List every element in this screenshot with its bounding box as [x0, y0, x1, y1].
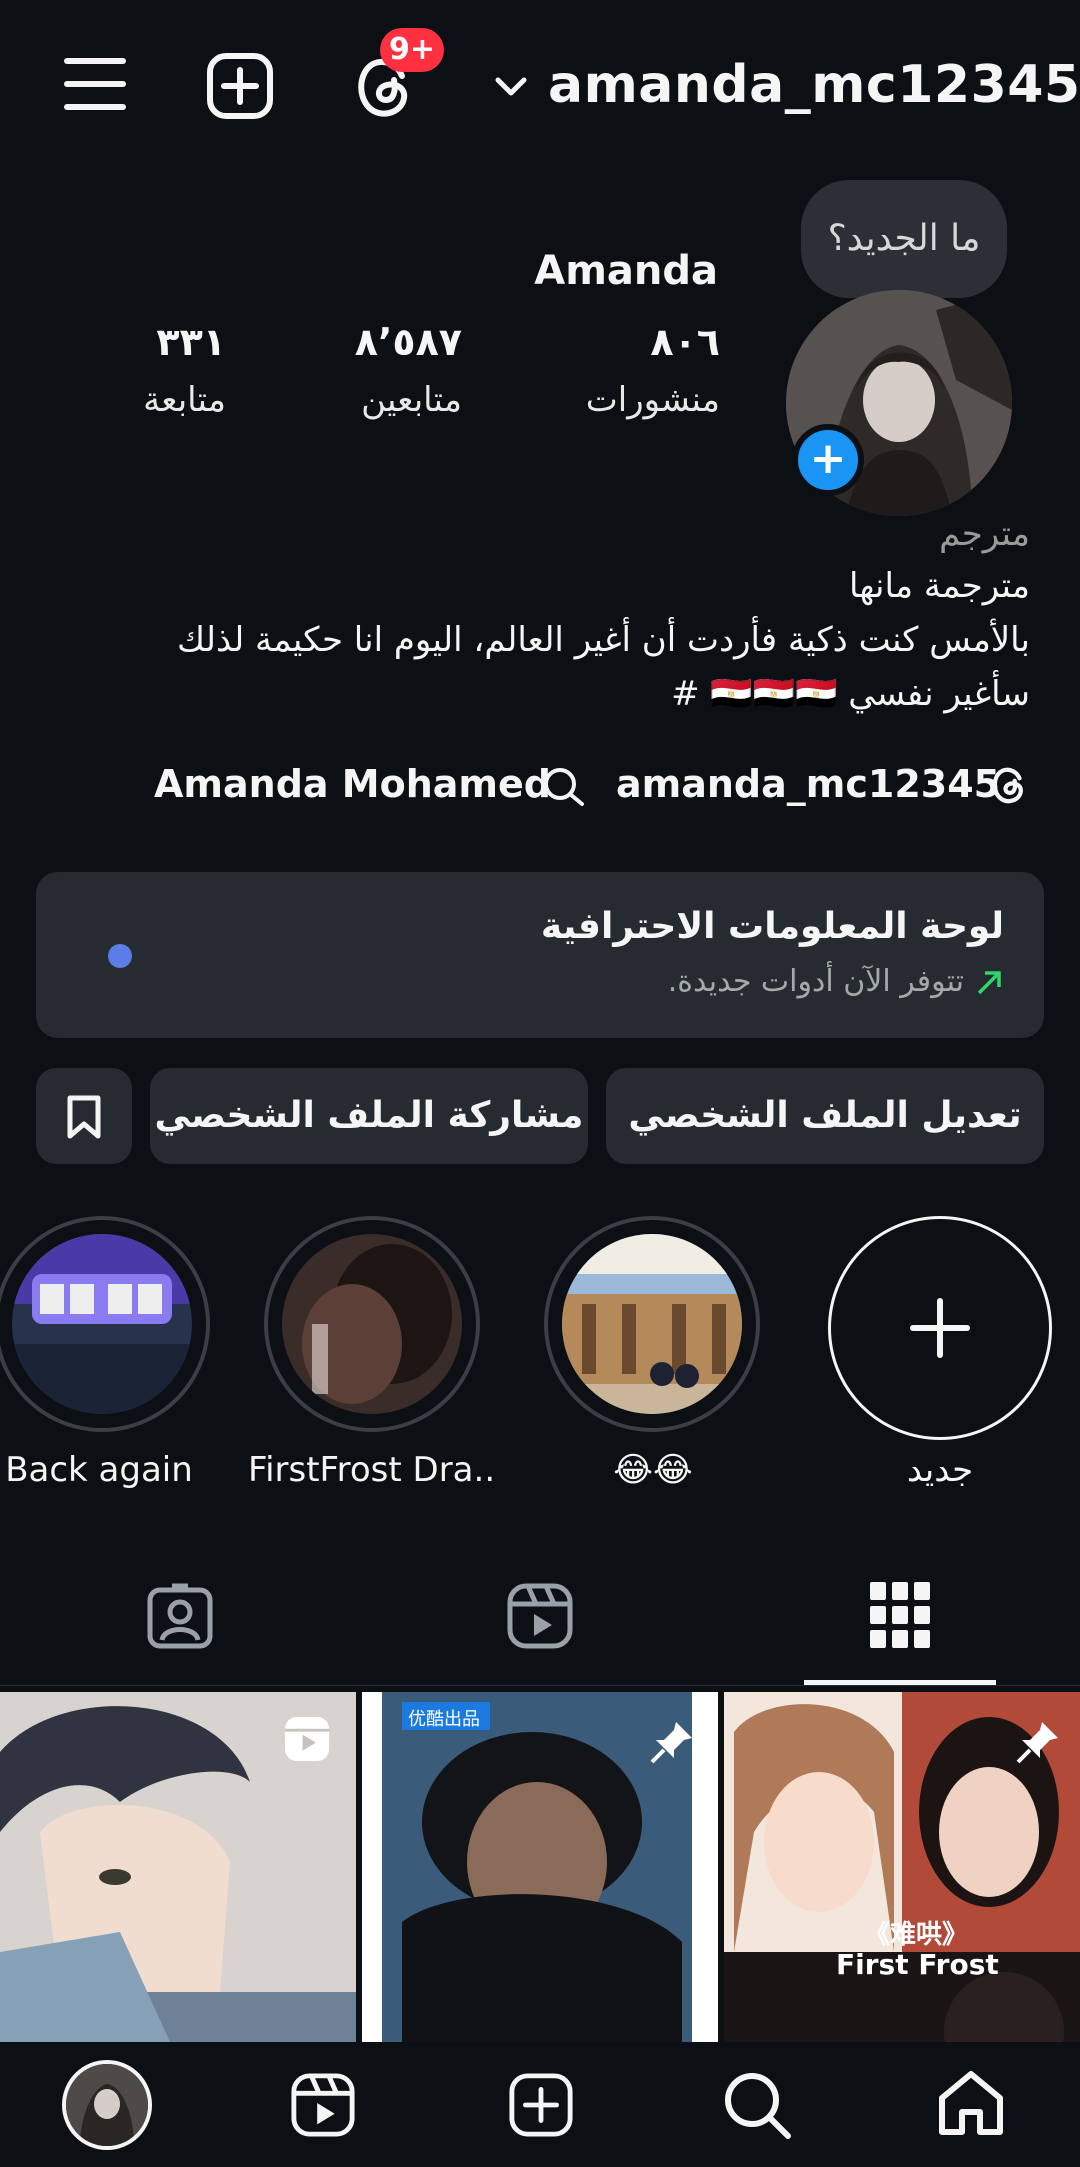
display-name: Amanda	[534, 248, 718, 294]
tagged-tab-icon[interactable]	[146, 1582, 214, 1650]
notifications-badge: 9+	[380, 28, 444, 72]
followers-count[interactable]: ٨٬٥٨٧	[355, 320, 462, 364]
pin-icon	[648, 1718, 696, 1766]
highlight-laughing[interactable]	[544, 1216, 760, 1432]
highlight-back-again[interactable]	[0, 1216, 210, 1432]
unread-dot	[108, 944, 132, 968]
bookmark-icon	[67, 1095, 101, 1139]
highlight-cover	[562, 1234, 742, 1414]
post-caption-cn: 《难哄》	[864, 1920, 969, 1950]
highlight-label: Back again	[5, 1450, 193, 1490]
grid-post[interactable]	[0, 1692, 356, 2042]
following-label[interactable]: متابعة	[143, 380, 226, 420]
home-icon[interactable]	[936, 2068, 1006, 2138]
pin-icon	[1014, 1718, 1062, 1766]
professional-dashboard-card[interactable]: لوحة المعلومات الاحترافية تتوفر الآن أدو…	[36, 872, 1044, 1038]
add-story-plus-icon[interactable]: +	[792, 424, 864, 496]
divider	[0, 1685, 1080, 1686]
threads-profile-link[interactable]: amanda_mc12345	[616, 762, 1000, 806]
post-caption: First Frost	[836, 1948, 999, 1981]
menu-icon[interactable]	[64, 56, 126, 112]
profile-nav-avatar[interactable]	[62, 2060, 152, 2150]
reels-icon[interactable]	[290, 2072, 356, 2138]
grid-tab-icon[interactable]	[870, 1582, 930, 1648]
highlight-cover	[12, 1234, 192, 1414]
highlight-label: 😂😂	[613, 1450, 693, 1490]
reels-icon	[282, 1714, 332, 1764]
grid-post[interactable]: 优酷出品	[362, 1692, 718, 2042]
bio-category: مترجم	[939, 514, 1030, 554]
highlight-label: FirstFrost Dra...	[248, 1450, 498, 1490]
following-count[interactable]: ٣٣١	[156, 320, 226, 364]
bio-line: مترجمة مانها	[848, 566, 1030, 606]
saved-button[interactable]	[36, 1068, 132, 1164]
followers-label[interactable]: متابعين	[361, 380, 462, 420]
arrow-up-right-icon	[974, 968, 1004, 998]
create-icon[interactable]	[206, 52, 274, 120]
reels-tab-icon[interactable]	[506, 1582, 574, 1650]
highlight-firstfrost[interactable]	[264, 1216, 480, 1432]
pro-dashboard-title: لوحة المعلومات الاحترافية	[540, 906, 1004, 947]
create-icon[interactable]	[508, 2072, 574, 2138]
pro-dashboard-subtitle: تتوفر الآن أدوات جديدة.	[667, 964, 964, 999]
account-switcher-username[interactable]: amanda_mc12345	[548, 55, 1080, 115]
bottom-navigation	[0, 2042, 1080, 2167]
note-bubble[interactable]: ما الجديد؟	[801, 180, 1007, 298]
bio-line: سأغير نفسي 🇪🇬🇪🇬🇪🇬 #	[671, 674, 1030, 714]
bio-line: بالأمس كنت ذكية فأردت أن أغير العالم، ال…	[177, 620, 1030, 660]
posts-count[interactable]: ٨٠٦	[650, 320, 720, 364]
highlight-label: جديد	[906, 1450, 974, 1490]
plus-icon	[910, 1298, 970, 1358]
search-icon[interactable]	[722, 2070, 792, 2140]
new-highlight-button[interactable]	[828, 1216, 1052, 1440]
name-link[interactable]: Amanda Mohamed	[154, 762, 551, 806]
highlight-cover	[282, 1234, 462, 1414]
post-tag: 优酷出品	[408, 1709, 480, 1730]
share-profile-button[interactable]: مشاركة الملف الشخصي	[150, 1068, 588, 1164]
chevron-down-icon[interactable]	[494, 76, 528, 98]
posts-label[interactable]: منشورات	[586, 380, 720, 420]
grid-post[interactable]: 《难哄》 First Frost	[724, 1692, 1080, 2042]
edit-profile-button[interactable]: تعديل الملف الشخصي	[606, 1068, 1044, 1164]
